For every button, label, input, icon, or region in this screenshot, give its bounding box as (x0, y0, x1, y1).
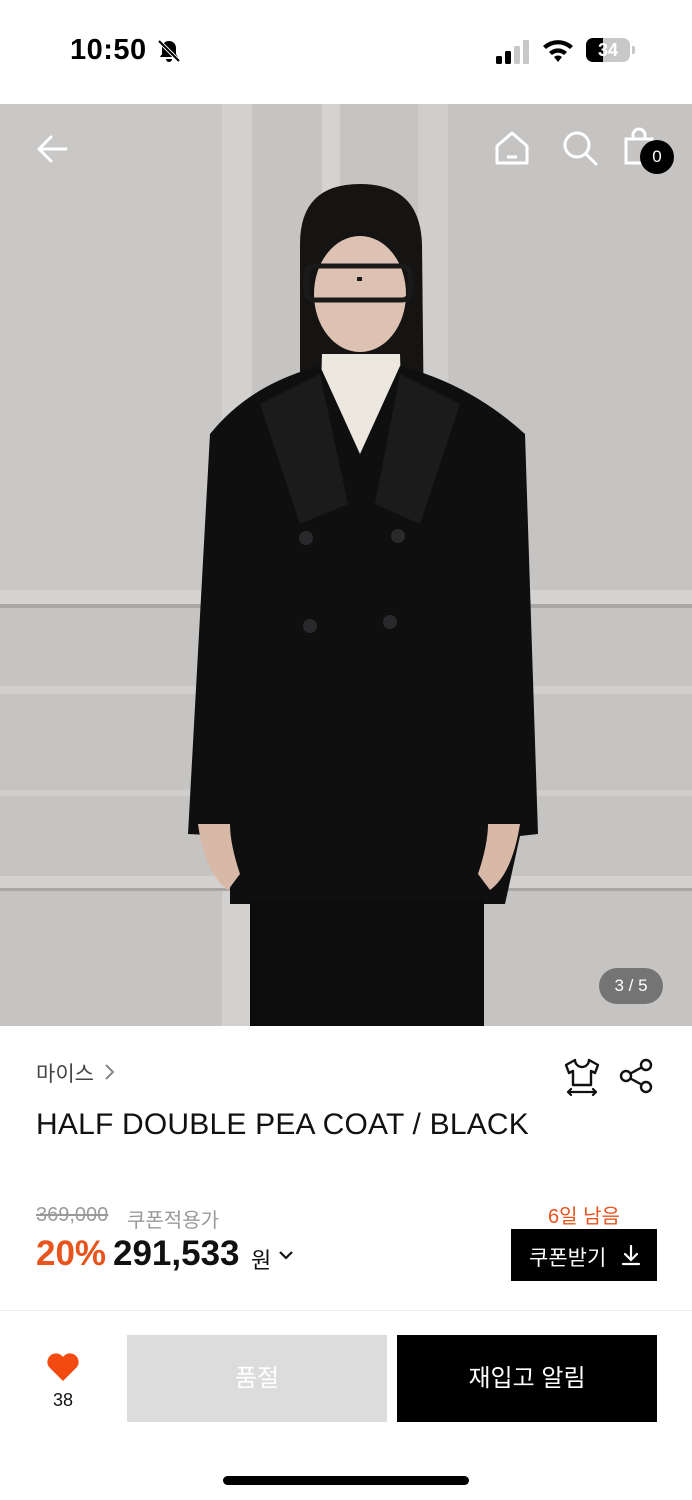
wifi-icon (543, 40, 573, 62)
chevron-down-icon[interactable] (278, 1248, 294, 1262)
restock-alert-button[interactable]: 재입고 알림 (397, 1335, 657, 1422)
product-photo (0, 104, 692, 1026)
cart-count-badge: 0 (640, 140, 674, 174)
heart-icon[interactable] (46, 1352, 80, 1382)
status-time: 10:50 (70, 34, 147, 66)
status-bar: 10:50 34 (0, 0, 692, 104)
soldout-button: 품절 (127, 1335, 387, 1422)
like-count: 38 (52, 1390, 74, 1410)
currency-label: 원 (251, 1248, 272, 1273)
search-icon[interactable] (560, 128, 600, 168)
coupon-price-label: 쿠폰적용가 (127, 1210, 219, 1232)
image-counter: 3 / 5 (599, 968, 663, 1004)
home-indicator[interactable] (223, 1476, 469, 1485)
cellular-signal-icon (496, 40, 529, 64)
discount-rate: 20% (36, 1234, 107, 1273)
coupon-days-left: 6일 남음 (548, 1206, 620, 1228)
sale-price: 291,533 (113, 1234, 240, 1273)
product-image-gallery[interactable]: 0 3 / 5 (0, 104, 692, 1026)
get-coupon-label: 쿠폰받기 (529, 1247, 607, 1270)
share-icon[interactable] (618, 1058, 654, 1094)
brand-link[interactable]: 마이스 (36, 1058, 94, 1088)
get-coupon-button[interactable]: 쿠폰받기 (511, 1229, 657, 1281)
back-arrow-icon[interactable] (34, 130, 72, 168)
chevron-right-icon (105, 1064, 115, 1080)
battery-percent: 34 (597, 40, 619, 60)
home-icon[interactable] (492, 128, 532, 168)
original-price: 369,000 (36, 1204, 109, 1226)
size-guide-icon[interactable] (562, 1056, 602, 1096)
battery-icon: 34 (586, 38, 636, 64)
bell-slash-icon (157, 39, 181, 63)
download-icon (621, 1244, 641, 1266)
section-divider (0, 1310, 692, 1311)
product-title: HALF DOUBLE PEA COAT / BLACK (36, 1108, 529, 1141)
